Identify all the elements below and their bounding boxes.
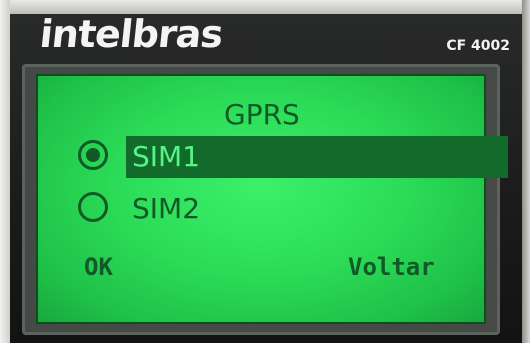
background-wall-right bbox=[522, 0, 530, 343]
radio-selected-dot-icon bbox=[86, 148, 100, 162]
sim2-radio-button[interactable] bbox=[78, 192, 108, 222]
screen-title: GPRS bbox=[224, 98, 300, 131]
phone-device: intelbras CF 4002 GPRS SIM1 SIM2 OK Volt… bbox=[0, 0, 530, 343]
brand-logo: intelbras bbox=[37, 12, 225, 56]
lcd-screen: GPRS SIM1 SIM2 OK Voltar bbox=[36, 74, 508, 324]
sim1-label[interactable]: SIM1 bbox=[126, 136, 508, 178]
ok-softkey[interactable]: OK bbox=[84, 253, 113, 281]
sim1-radio-button[interactable] bbox=[78, 140, 108, 170]
sim2-label[interactable]: SIM2 bbox=[126, 188, 200, 230]
background-wall-left bbox=[0, 0, 10, 343]
model-label: CF 4002 bbox=[446, 38, 510, 54]
back-softkey[interactable]: Voltar bbox=[348, 253, 435, 281]
